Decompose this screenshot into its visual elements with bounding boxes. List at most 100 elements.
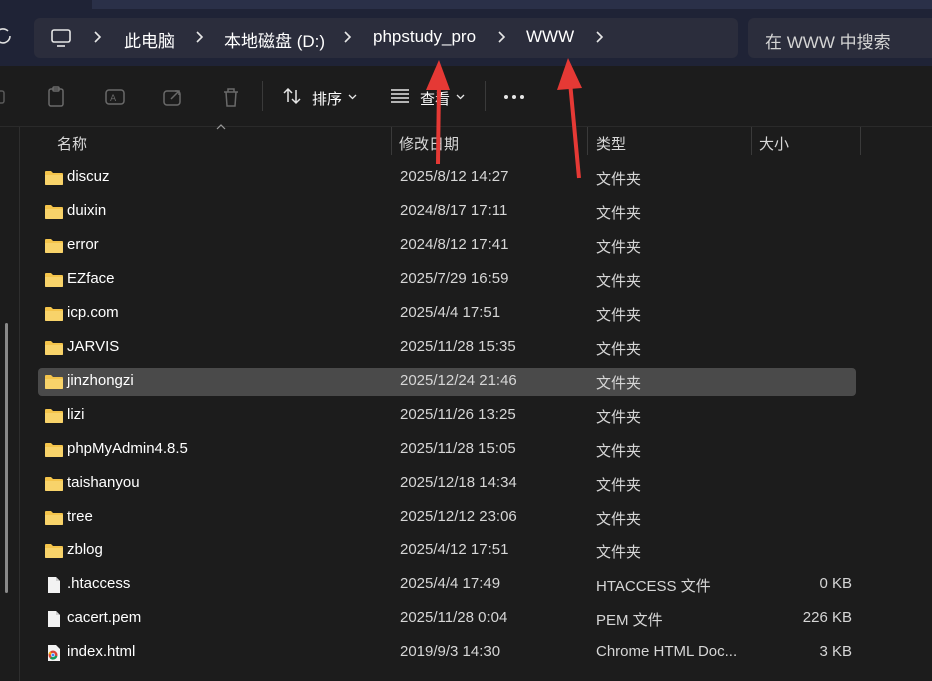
folder-icon <box>44 237 64 255</box>
chevron-right-icon[interactable] <box>92 29 104 45</box>
folder-icon <box>44 542 64 560</box>
paste-icon[interactable] <box>45 85 69 109</box>
folder-icon <box>44 305 64 323</box>
search-input[interactable]: 在 WWW 中搜索 <box>748 18 932 58</box>
cut-icon[interactable] <box>0 85 12 109</box>
more-options-icon[interactable] <box>503 94 525 100</box>
column-header-type[interactable]: 类型 <box>596 133 626 154</box>
file-date: 2024/8/17 17:11 <box>400 202 508 219</box>
sort-button[interactable]: 排序 <box>278 76 362 116</box>
chrome-html-icon <box>44 644 64 662</box>
table-row[interactable]: jinzhongzi 2025/12/24 21:46 文件夹 <box>38 368 856 396</box>
folder-icon <box>44 475 64 493</box>
file-name: taishanyou <box>67 474 140 491</box>
folder-icon <box>44 373 64 391</box>
sort-label: 排序 <box>312 91 343 108</box>
nav-scrollbar[interactable] <box>5 323 8 593</box>
table-row[interactable]: JARVIS 2025/11/28 15:35 文件夹 <box>38 334 856 362</box>
chevron-right-icon[interactable] <box>594 29 606 45</box>
file-type: 文件夹 <box>596 477 642 494</box>
table-row[interactable]: taishanyou 2025/12/18 14:34 文件夹 <box>38 470 856 498</box>
view-list-icon <box>391 89 409 103</box>
file-type: 文件夹 <box>596 341 642 358</box>
refresh-icon[interactable] <box>0 25 16 47</box>
file-date: 2025/4/12 17:51 <box>400 541 509 558</box>
file-name: discuz <box>67 168 110 185</box>
this-pc-icon[interactable] <box>50 27 72 49</box>
delete-icon[interactable] <box>219 85 243 109</box>
table-row[interactable]: EZface 2025/7/29 16:59 文件夹 <box>38 266 856 294</box>
file-name: .htaccess <box>67 575 131 592</box>
file-name: EZface <box>67 270 115 287</box>
file-name: phpMyAdmin4.8.5 <box>67 440 188 457</box>
chevron-down-icon <box>348 94 357 100</box>
file-date: 2025/11/28 15:05 <box>400 440 516 457</box>
file-name: icp.com <box>67 304 119 321</box>
file-name: tree <box>67 508 93 525</box>
file-name: index.html <box>67 643 136 660</box>
breadcrumb-phpstudy-pro[interactable]: phpstudy_pro <box>373 27 476 47</box>
breadcrumb-this-pc[interactable]: 此电脑 <box>124 27 175 52</box>
folder-icon <box>44 407 64 425</box>
file-size: 0 KB <box>819 575 852 592</box>
table-row[interactable]: discuz 2025/8/12 14:27 文件夹 <box>38 164 856 192</box>
chevron-right-icon[interactable] <box>194 29 206 45</box>
file-type: 文件夹 <box>596 273 642 290</box>
column-header-name[interactable]: 名称 <box>57 133 87 154</box>
svg-text:A: A <box>110 94 117 104</box>
column-divider[interactable] <box>860 127 861 155</box>
file-type: 文件夹 <box>596 511 642 528</box>
file-type: PEM 文件 <box>596 612 663 629</box>
rename-icon[interactable]: A <box>103 85 127 109</box>
toolbar-divider <box>262 81 263 111</box>
file-type: 文件夹 <box>596 443 642 460</box>
folder-icon <box>44 203 64 221</box>
file-name: JARVIS <box>67 338 120 355</box>
table-row[interactable]: error 2024/8/12 17:41 文件夹 <box>38 232 856 260</box>
file-type: 文件夹 <box>596 409 642 426</box>
window-title-strip <box>92 0 932 9</box>
breadcrumb-www[interactable]: WWW <box>526 27 574 47</box>
column-divider[interactable] <box>751 127 752 155</box>
file-name: zblog <box>67 541 103 558</box>
folder-icon <box>44 339 64 357</box>
file-name: lizi <box>67 406 85 423</box>
folder-icon <box>44 509 64 527</box>
navigation-pane[interactable] <box>0 127 20 681</box>
table-row[interactable]: duixin 2024/8/17 17:11 文件夹 <box>38 198 856 226</box>
address-bar[interactable]: 此电脑 本地磁盘 (D:) phpstudy_pro WWW <box>34 18 738 58</box>
file-explorer-window: 此电脑 本地磁盘 (D:) phpstudy_pro WWW 在 WWW 中搜索… <box>0 0 932 681</box>
annotation-arrow-www <box>557 58 582 179</box>
breadcrumb-local-disk-d[interactable]: 本地磁盘 (D:) <box>224 27 325 52</box>
file-date: 2025/12/24 21:46 <box>400 372 517 389</box>
command-bar: A 排序 查看 <box>0 66 932 127</box>
search-placeholder: 在 WWW 中搜索 <box>765 33 891 52</box>
share-icon[interactable] <box>161 85 185 109</box>
file-icon <box>44 610 64 628</box>
file-date: 2025/11/28 15:35 <box>400 338 516 355</box>
table-row[interactable]: tree 2025/12/12 23:06 文件夹 <box>38 504 856 532</box>
table-row[interactable]: zblog 2025/4/12 17:51 文件夹 <box>38 537 856 565</box>
table-row[interactable]: lizi 2025/11/26 13:25 文件夹 <box>38 402 856 430</box>
file-type: 文件夹 <box>596 307 642 324</box>
file-type: 文件夹 <box>596 544 642 561</box>
file-name: cacert.pem <box>67 609 142 626</box>
column-header-row: 名称 修改日期 类型 大小 <box>20 124 932 157</box>
file-list: 名称 修改日期 类型 大小 discuz 2025/8/12 14:27 文件夹 du… <box>20 124 932 681</box>
file-date: 2025/8/12 14:27 <box>400 168 509 185</box>
file-type: 文件夹 <box>596 375 642 392</box>
folder-icon <box>44 441 64 459</box>
chevron-right-icon[interactable] <box>496 29 508 45</box>
column-divider[interactable] <box>391 127 392 155</box>
file-name: duixin <box>67 202 107 219</box>
table-row[interactable]: phpMyAdmin4.8.5 2025/11/28 15:05 文件夹 <box>38 436 856 464</box>
file-date: 2025/11/28 0:04 <box>400 609 508 626</box>
column-header-size[interactable]: 大小 <box>759 133 789 154</box>
table-row[interactable]: index.html 2019/9/3 14:30 Chrome HTML Doc.… <box>38 639 856 667</box>
file-type: 文件夹 <box>596 171 642 188</box>
table-row[interactable]: icp.com 2025/4/4 17:51 文件夹 <box>38 300 856 328</box>
table-row[interactable]: cacert.pem 2025/11/28 0:04 PEM 文件 226 KB <box>38 605 856 633</box>
chevron-right-icon[interactable] <box>342 29 354 45</box>
file-date: 2025/11/26 13:25 <box>400 406 516 423</box>
table-row[interactable]: .htaccess 2025/4/4 17:49 HTACCESS 文件 0 KB <box>38 571 856 599</box>
